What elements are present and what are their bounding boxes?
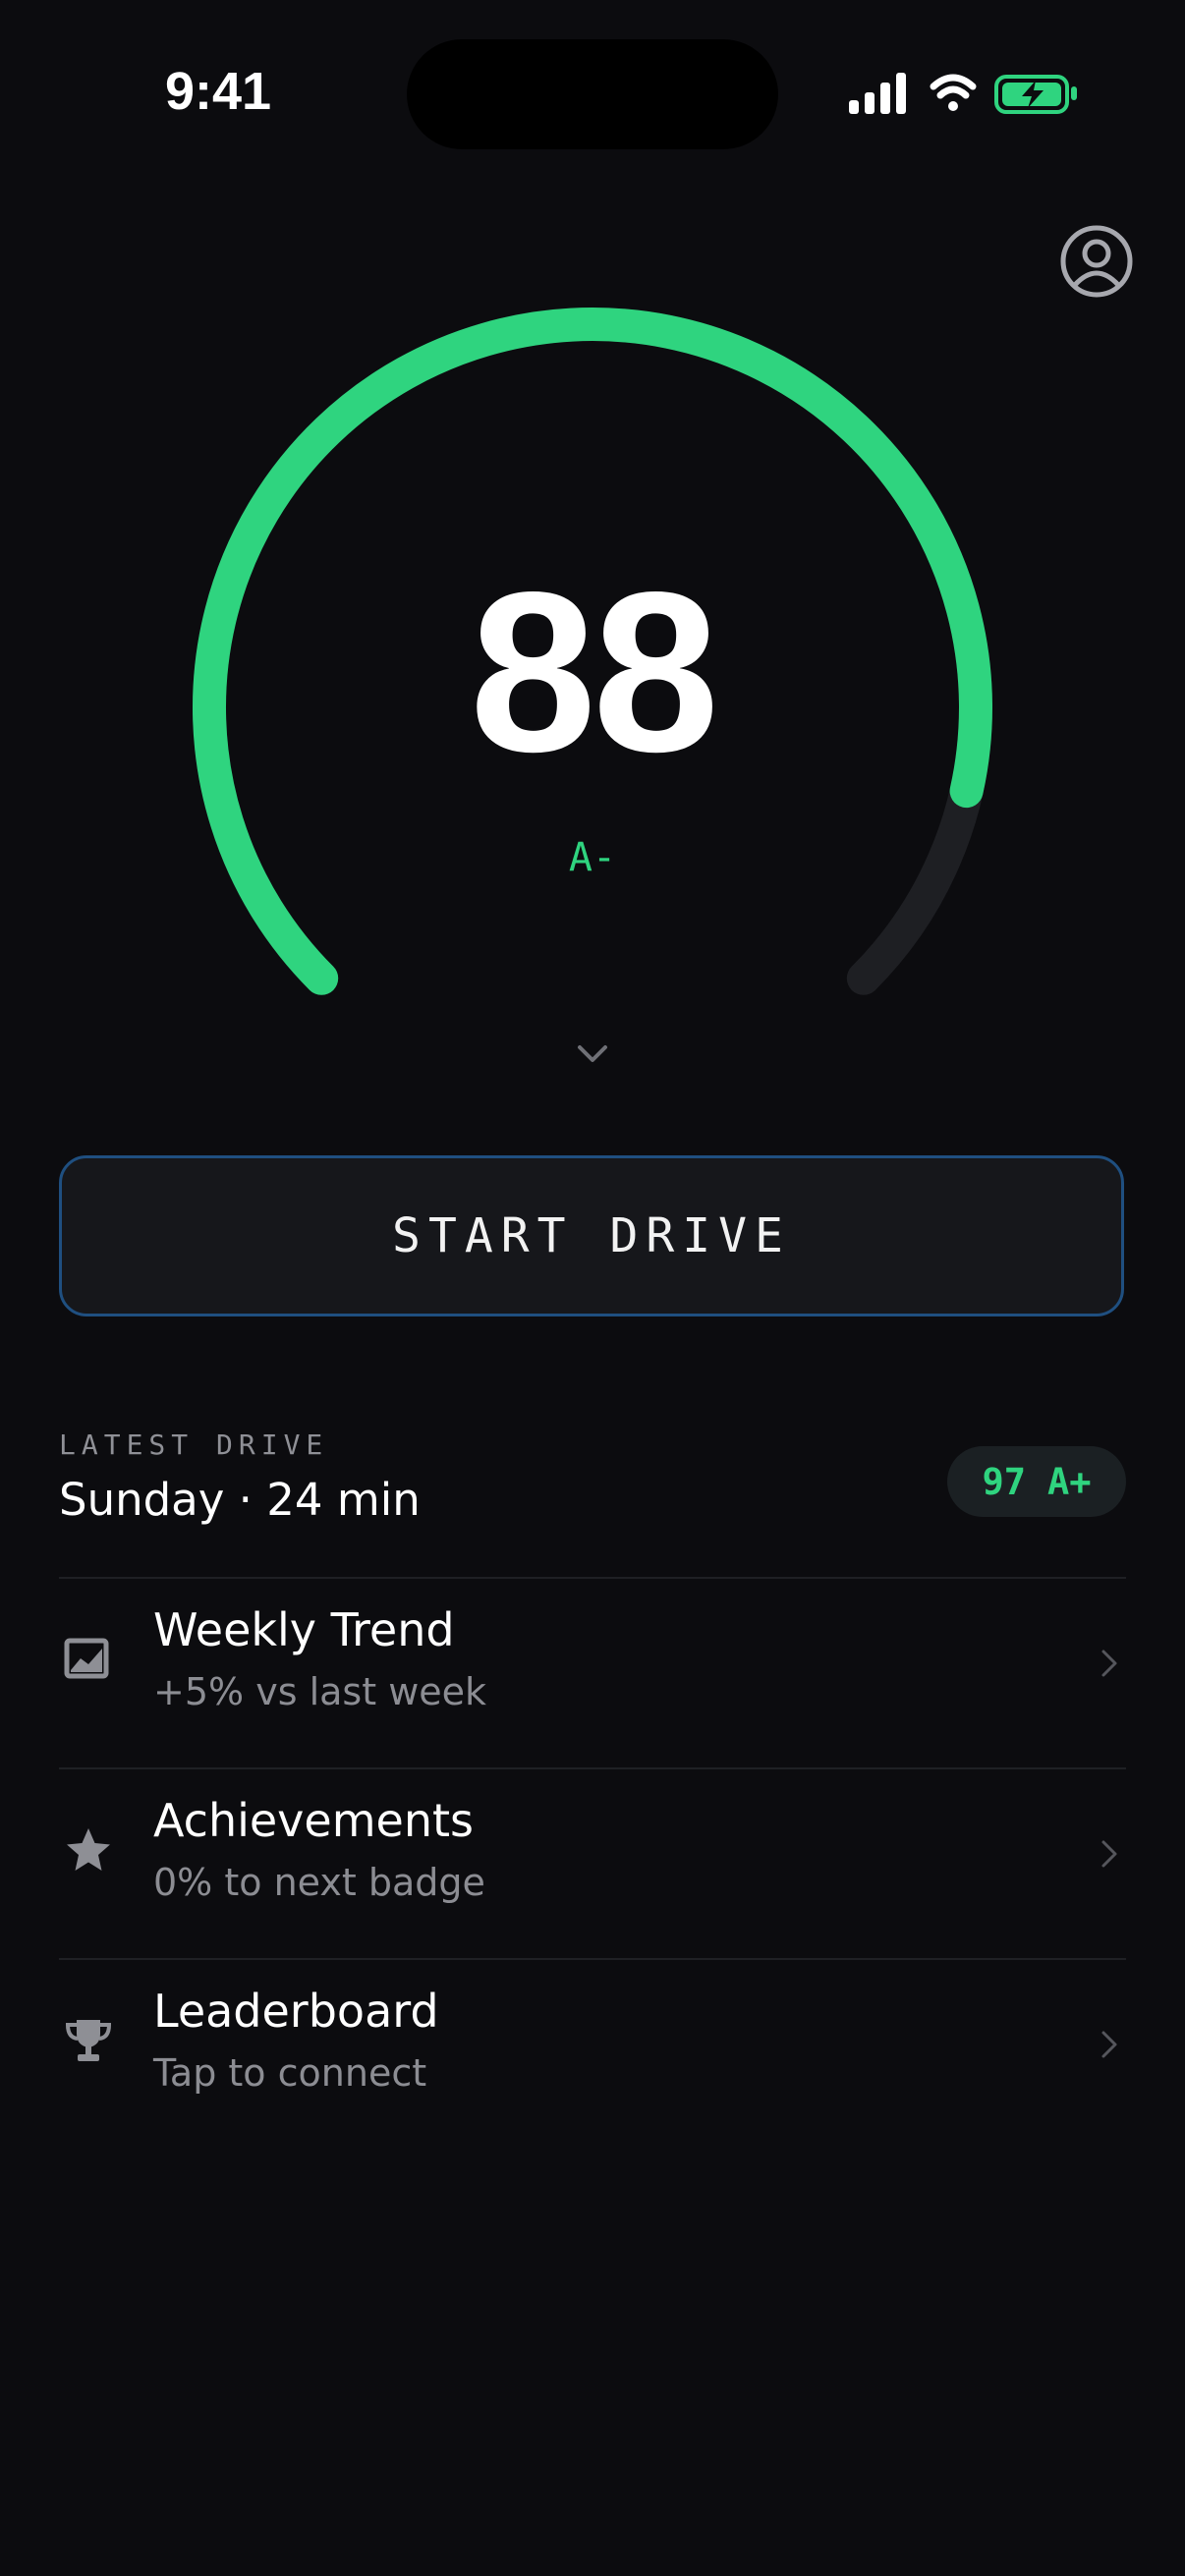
latest-drive-label: LATEST DRIVE (59, 1428, 329, 1461)
latest-drive-score: 97 (982, 1460, 1026, 1503)
list-item-achievements[interactable]: Achievements 0% to next badge (0, 1770, 1185, 1957)
list-item-leaderboard[interactable]: Leaderboard Tap to connect (0, 1961, 1185, 2148)
latest-drive-score-badge[interactable]: 97 A+ (947, 1446, 1126, 1517)
list-item-title: Leaderboard (153, 1985, 439, 2038)
star-icon (67, 1828, 110, 1871)
cellular-signal-icon (849, 73, 906, 114)
list-item-subtitle: 0% to next badge (153, 1861, 485, 1904)
wifi-icon (930, 74, 977, 111)
chevron-right-icon (1101, 1840, 1117, 1868)
driving-score: 88 (469, 545, 719, 800)
list-item-title: Achievements (153, 1794, 474, 1847)
chevron-right-icon (1101, 1650, 1117, 1677)
chevron-down-icon[interactable] (576, 1041, 609, 1065)
status-time: 9:41 (165, 62, 272, 121)
score-grade: A- (568, 835, 617, 880)
battery-charging-icon (994, 75, 1077, 114)
latest-drive-summary[interactable]: Sunday · 24 min (59, 1474, 421, 1526)
divider (59, 1958, 1126, 1960)
divider (59, 1767, 1126, 1769)
status-icons (849, 73, 1077, 114)
list-item-subtitle: Tap to connect (153, 2051, 427, 2095)
chevron-right-icon (1101, 2031, 1117, 2058)
start-drive-label: START DRIVE (392, 1208, 791, 1263)
list-item-weekly-trend[interactable]: Weekly Trend +5% vs last week (0, 1580, 1185, 1766)
trend-chart-icon (64, 1638, 109, 1679)
list-item-title: Weekly Trend (153, 1603, 455, 1656)
latest-drive-grade: A+ (1047, 1460, 1092, 1503)
divider (59, 1577, 1126, 1579)
dynamic-island (407, 39, 778, 149)
start-drive-button[interactable]: START DRIVE (59, 1155, 1124, 1316)
list-item-subtitle: +5% vs last week (153, 1670, 487, 1713)
trophy-icon (65, 2020, 112, 2061)
status-bar: 9:41 (0, 0, 1185, 187)
